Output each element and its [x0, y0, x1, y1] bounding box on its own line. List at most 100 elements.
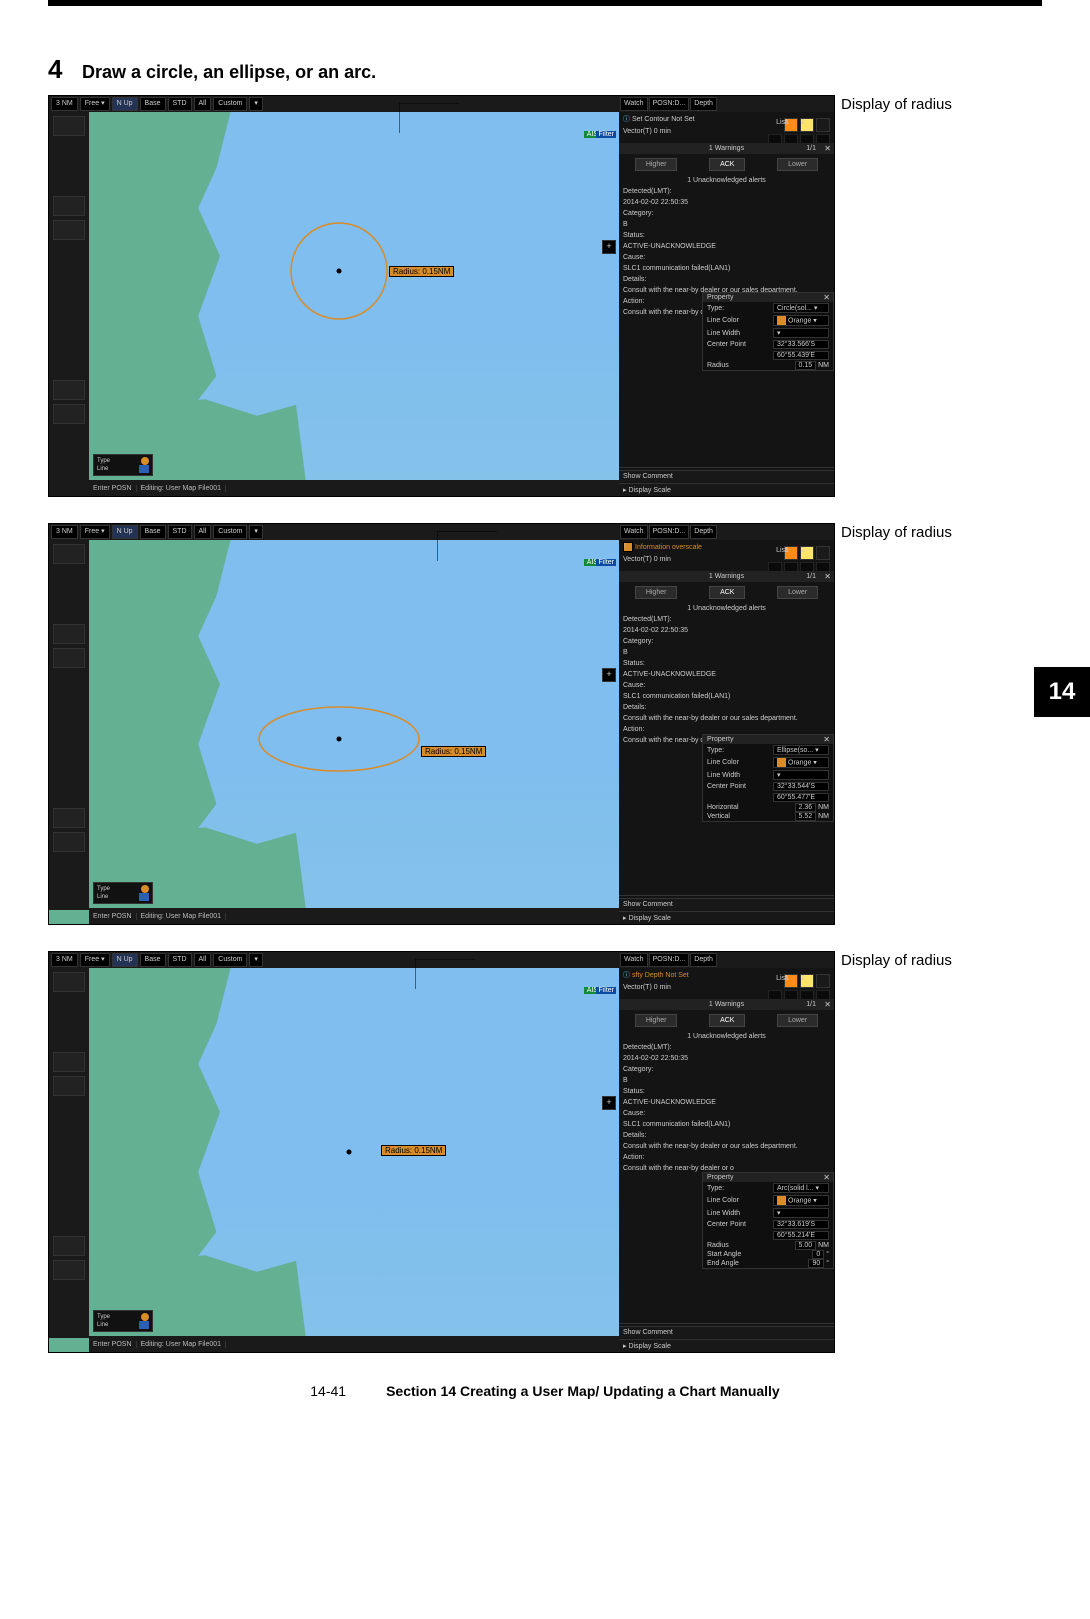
custom-btn[interactable]: Custom — [213, 525, 247, 539]
linewidth-dropdown[interactable]: ▾ — [773, 1208, 829, 1218]
radius-input[interactable]: 0.15 — [795, 361, 817, 370]
sidebar-btn[interactable] — [53, 1076, 85, 1096]
type-dropdown[interactable]: Ellipse(so... ▾ — [773, 745, 829, 755]
vertical-input[interactable]: 5.52 — [795, 812, 817, 821]
all-btn[interactable]: All — [194, 953, 212, 967]
zoom-in-btn[interactable]: + — [602, 240, 616, 254]
lower-btn[interactable]: Lower — [777, 586, 818, 599]
all-btn[interactable]: All — [194, 525, 212, 539]
linecolor-dropdown[interactable]: Orange ▾ — [773, 1195, 829, 1206]
range-chip[interactable]: 3 NM — [51, 97, 78, 111]
display-scale[interactable]: ▸ Display Scale — [619, 1339, 834, 1352]
std-btn[interactable]: STD — [168, 953, 192, 967]
type-dropdown[interactable]: Circle(sol... ▾ — [773, 303, 829, 313]
higher-btn[interactable]: Higher — [635, 158, 678, 171]
indicator-spk[interactable] — [816, 118, 830, 132]
watch-tab[interactable]: Watch — [620, 97, 648, 111]
posn-tab[interactable]: POSN:D... — [649, 97, 690, 111]
close-icon[interactable]: ✕ — [824, 144, 831, 153]
sidebar-btn[interactable] — [53, 380, 85, 400]
posn-tab[interactable]: POSN:D... — [649, 525, 690, 539]
centerpt-lon[interactable]: 60°55.214'E — [773, 1231, 829, 1240]
close-icon[interactable]: ✕ — [823, 735, 830, 744]
type-swatch[interactable] — [141, 885, 149, 893]
centerpt-lon[interactable]: 60°55.477'E — [773, 793, 829, 802]
filter-badge[interactable]: Filter — [596, 987, 616, 994]
sidebar-btn[interactable] — [53, 832, 85, 852]
indicator-spk[interactable] — [816, 546, 830, 560]
watch-tab[interactable]: Watch — [620, 525, 648, 539]
linecolor-dropdown[interactable]: Orange ▾ — [773, 757, 829, 768]
nup-chip[interactable]: N Up — [112, 953, 138, 967]
list-link[interactable]: List — [776, 547, 787, 554]
nup-chip[interactable]: N Up — [112, 525, 138, 539]
sidebar-btn[interactable] — [53, 1052, 85, 1072]
posn-tab[interactable]: POSN:D... — [649, 953, 690, 967]
linecolor-dropdown[interactable]: Orange ▾ — [773, 315, 829, 326]
show-comment[interactable]: Show Comment — [619, 1326, 834, 1338]
range-chip[interactable]: 3 NM — [51, 525, 78, 539]
base-btn[interactable]: Base — [140, 525, 166, 539]
show-comment[interactable]: Show Comment — [619, 470, 834, 482]
list-link[interactable]: List — [776, 119, 787, 126]
sidebar-btn[interactable] — [53, 972, 85, 992]
base-btn[interactable]: Base — [140, 953, 166, 967]
ack-btn[interactable]: ACK — [709, 586, 745, 599]
base-btn[interactable]: Base — [140, 97, 166, 111]
close-icon[interactable]: ✕ — [823, 1173, 830, 1182]
line-swatch[interactable] — [139, 465, 149, 473]
sidebar-btn[interactable] — [53, 116, 85, 136]
list-link[interactable]: List — [776, 975, 787, 982]
display-scale[interactable]: ▸ Display Scale — [619, 911, 834, 924]
type-swatch[interactable] — [141, 1313, 149, 1321]
start-angle-input[interactable]: 0 — [812, 1250, 824, 1259]
sidebar-btn[interactable] — [53, 544, 85, 564]
std-btn[interactable]: STD — [168, 525, 192, 539]
close-icon[interactable]: ✕ — [823, 293, 830, 302]
std-btn[interactable]: STD — [168, 97, 192, 111]
higher-btn[interactable]: Higher — [635, 1014, 678, 1027]
depth-tab[interactable]: Depth — [690, 97, 717, 111]
sidebar-btn[interactable] — [53, 220, 85, 240]
zoom-in-btn[interactable]: + — [602, 1096, 616, 1110]
nup-chip[interactable]: N Up — [112, 97, 138, 111]
depth-tab[interactable]: Depth — [690, 953, 717, 967]
end-angle-input[interactable]: 90 — [808, 1259, 824, 1268]
type-dropdown[interactable]: Arc(solid l... ▾ — [773, 1183, 829, 1193]
horizontal-input[interactable]: 2.36 — [795, 803, 817, 812]
sidebar-btn[interactable] — [53, 808, 85, 828]
line-swatch[interactable] — [139, 1321, 149, 1329]
custom-arrow[interactable]: ▾ — [249, 525, 263, 539]
indicator-2[interactable]: 2 — [800, 974, 814, 988]
custom-btn[interactable]: Custom — [213, 97, 247, 111]
higher-btn[interactable]: Higher — [635, 586, 678, 599]
sidebar-btn[interactable] — [53, 1260, 85, 1280]
zoom-in-btn[interactable]: + — [602, 668, 616, 682]
free-dropdown[interactable]: Free ▾ — [80, 525, 110, 539]
sidebar-btn[interactable] — [53, 1236, 85, 1256]
sidebar-btn[interactable] — [53, 648, 85, 668]
lower-btn[interactable]: Lower — [777, 158, 818, 171]
filter-badge[interactable]: Filter — [596, 559, 616, 566]
filter-badge[interactable]: Filter — [596, 131, 616, 138]
custom-arrow[interactable]: ▾ — [249, 953, 263, 967]
show-comment[interactable]: Show Comment — [619, 898, 834, 910]
sidebar-btn[interactable] — [53, 624, 85, 644]
depth-tab[interactable]: Depth — [690, 525, 717, 539]
ack-btn[interactable]: ACK — [709, 1014, 745, 1027]
display-scale[interactable]: ▸ Display Scale — [619, 483, 834, 496]
lower-btn[interactable]: Lower — [777, 1014, 818, 1027]
ack-btn[interactable]: ACK — [709, 158, 745, 171]
all-btn[interactable]: All — [194, 97, 212, 111]
close-icon[interactable]: ✕ — [824, 1000, 831, 1009]
centerpt-lon[interactable]: 60°55.439'E — [773, 351, 829, 360]
linewidth-dropdown[interactable]: ▾ — [773, 328, 829, 338]
indicator-2[interactable]: 2 — [800, 546, 814, 560]
centerpt-lat[interactable]: 32°33.619'S — [773, 1220, 829, 1229]
custom-arrow[interactable]: ▾ — [249, 97, 263, 111]
indicator-2[interactable]: 2 — [800, 118, 814, 132]
free-dropdown[interactable]: Free ▾ — [80, 953, 110, 967]
sidebar-btn[interactable] — [53, 196, 85, 216]
watch-tab[interactable]: Watch — [620, 953, 648, 967]
custom-btn[interactable]: Custom — [213, 953, 247, 967]
